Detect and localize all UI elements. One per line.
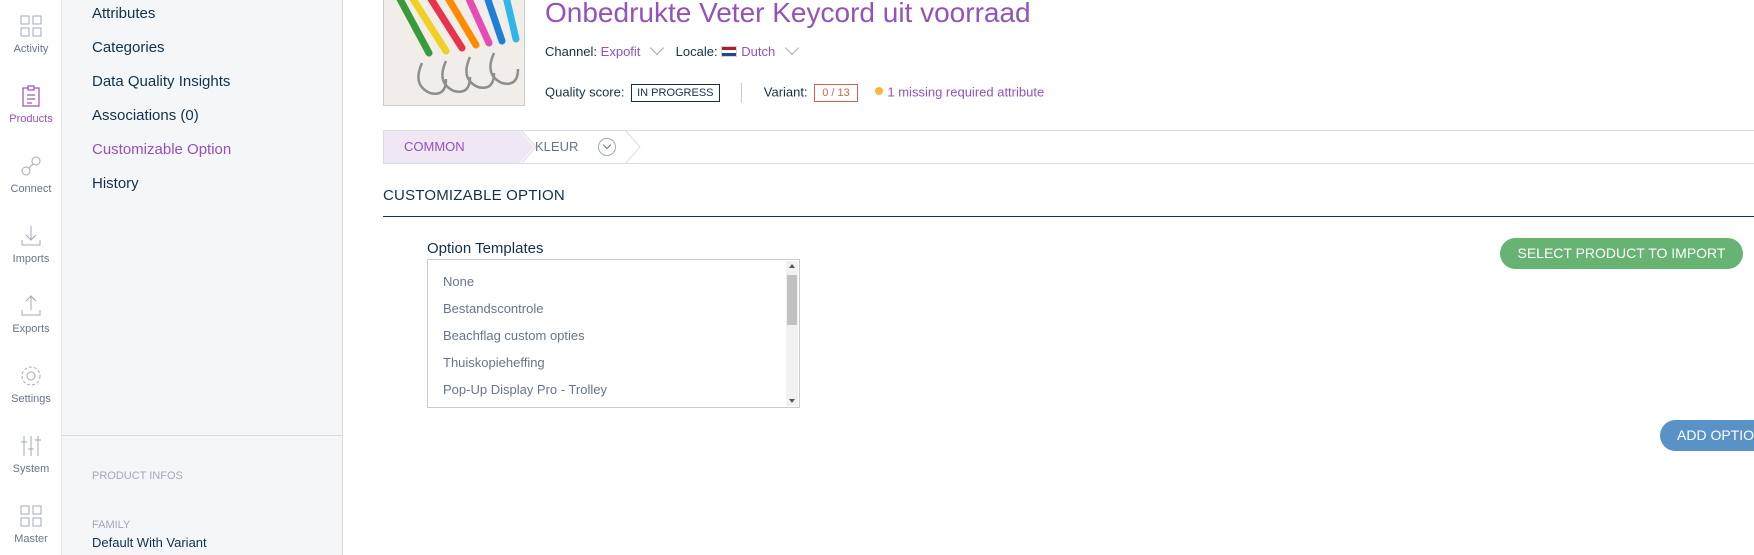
product-title: Onbedrukte Veter Keycord uit voorraad xyxy=(545,0,1031,28)
subnav-divider xyxy=(62,435,343,436)
option-templates-label: Option Templates xyxy=(427,240,544,257)
subnav-associations[interactable]: Associations (0) xyxy=(92,107,199,124)
channel-switcher[interactable]: Expofit xyxy=(601,44,641,59)
family-label: FAMILY xyxy=(92,519,131,531)
nav-settings[interactable]: Settings xyxy=(0,364,62,424)
subnav-customizable-option[interactable]: Customizable Option xyxy=(92,141,231,158)
variant-axis-navigation: COMMON KLEUR xyxy=(383,130,1754,164)
nav-connect-label: Connect xyxy=(10,183,52,195)
missing-attribute-dot-icon xyxy=(875,87,884,96)
nav-connect[interactable]: Connect xyxy=(0,154,62,214)
list-item[interactable]: None xyxy=(443,274,474,289)
product-infos-heading: PRODUCT INFOS xyxy=(92,470,183,482)
section-title: CUSTOMIZABLE OPTION xyxy=(383,187,565,204)
locale-label: Locale: xyxy=(675,44,718,59)
dutch-flag-icon xyxy=(721,46,738,57)
meta-separator xyxy=(741,83,743,103)
select-product-to-import-button[interactable]: SELECT PRODUCT TO IMPORT xyxy=(1500,238,1743,269)
settings-icon xyxy=(21,366,41,386)
system-icon xyxy=(21,436,41,456)
quality-score-badge: IN PROGRESS xyxy=(631,84,720,103)
chevron-down-icon[interactable] xyxy=(598,138,616,156)
quality-score-label: Quality score: xyxy=(545,84,625,100)
axis-kleur[interactable]: KLEUR xyxy=(535,131,578,163)
subnav-attributes[interactable]: Attributes xyxy=(92,5,155,22)
quality-line: Quality score: IN PROGRESS Variant: 0 / … xyxy=(545,83,1044,103)
master-icon xyxy=(20,505,42,527)
activity-icon xyxy=(20,15,42,37)
main-navigation-rail: Activity Products Connect Imports Export… xyxy=(0,0,62,555)
nav-exports-label: Exports xyxy=(12,323,50,335)
scroll-down-arrow-icon[interactable] xyxy=(789,399,795,403)
imports-icon xyxy=(21,226,41,246)
section-divider xyxy=(383,216,1754,217)
list-item[interactable]: Thuiskopieheffing xyxy=(443,355,545,370)
scroll-thumb[interactable] xyxy=(787,275,797,325)
list-item[interactable]: Pop-Up Display Pro - Trolley xyxy=(443,382,607,397)
option-templates-listbox[interactable]: None Bestandscontrole Beachflag custom o… xyxy=(427,259,800,408)
product-image xyxy=(384,0,524,105)
context-switchers: Channel: Expofit Locale: Dutch xyxy=(545,40,805,59)
subnav-history[interactable]: History xyxy=(92,175,139,192)
subnav-data-quality-insights[interactable]: Data Quality Insights xyxy=(92,73,230,90)
nav-activity-label: Activity xyxy=(13,43,49,55)
nav-master-label: Master xyxy=(14,533,48,545)
nav-imports-label: Imports xyxy=(12,253,50,265)
axis-common[interactable]: COMMON xyxy=(384,131,520,163)
list-item[interactable]: Beachflag custom opties xyxy=(443,328,585,343)
channel-label: Channel: xyxy=(545,44,598,59)
nav-system-label: System xyxy=(12,463,50,475)
chevron-down-icon[interactable] xyxy=(649,40,665,56)
axis-separator-icon xyxy=(624,130,641,164)
list-item[interactable]: Bestandscontrole xyxy=(443,301,543,316)
variant-label: Variant: xyxy=(763,84,808,100)
nav-products[interactable]: Products xyxy=(0,84,62,144)
product-edit-subnav: Attributes Categories Data Quality Insig… xyxy=(62,0,343,555)
family-value: Default With Variant xyxy=(92,535,207,550)
nav-products-label: Products xyxy=(9,113,53,125)
nav-settings-label: Settings xyxy=(11,393,51,405)
nav-activity[interactable]: Activity xyxy=(0,14,62,74)
variant-badge: 0 / 13 xyxy=(814,84,858,103)
nav-system[interactable]: System xyxy=(0,434,62,494)
products-icon xyxy=(22,85,40,107)
add-option-button[interactable]: ADD OPTION xyxy=(1660,420,1754,451)
subnav-categories[interactable]: Categories xyxy=(92,39,165,56)
connect-icon xyxy=(21,156,41,176)
product-thumbnail[interactable] xyxy=(383,0,525,106)
exports-icon xyxy=(21,295,41,316)
nav-master[interactable]: Master xyxy=(0,504,62,555)
chevron-down-icon[interactable] xyxy=(784,40,799,56)
scroll-up-arrow-icon[interactable] xyxy=(789,264,795,268)
missing-required-attribute-link[interactable]: 1 missing required attribute xyxy=(887,84,1044,99)
nav-imports[interactable]: Imports xyxy=(0,224,62,284)
locale-switcher[interactable]: Dutch xyxy=(741,44,775,59)
nav-exports[interactable]: Exports xyxy=(0,294,62,354)
listbox-scrollbar[interactable] xyxy=(786,261,798,406)
